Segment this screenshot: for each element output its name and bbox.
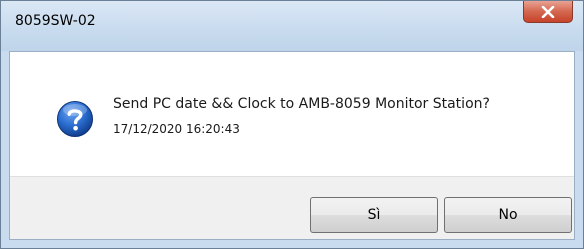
close-button[interactable]	[523, 1, 573, 23]
message-area: Send PC date && Clock to AMB-8059 Monito…	[10, 52, 574, 176]
button-bar: Sì No	[10, 176, 574, 239]
question-icon	[57, 101, 93, 137]
title-bar[interactable]: 8059SW-02	[1, 1, 583, 51]
yes-button[interactable]: Sì	[310, 197, 438, 233]
window-title: 8059SW-02	[15, 13, 96, 29]
close-icon	[541, 5, 555, 18]
dialog-client-area: Send PC date && Clock to AMB-8059 Monito…	[9, 51, 575, 240]
no-button[interactable]: No	[444, 197, 572, 233]
dialog-datetime: 17/12/2020 16:20:43	[113, 122, 240, 136]
dialog-message: Send PC date && Clock to AMB-8059 Monito…	[113, 96, 490, 112]
dialog-window: 8059SW-02 Send PC date && Clock to AMB-8…	[0, 0, 584, 249]
